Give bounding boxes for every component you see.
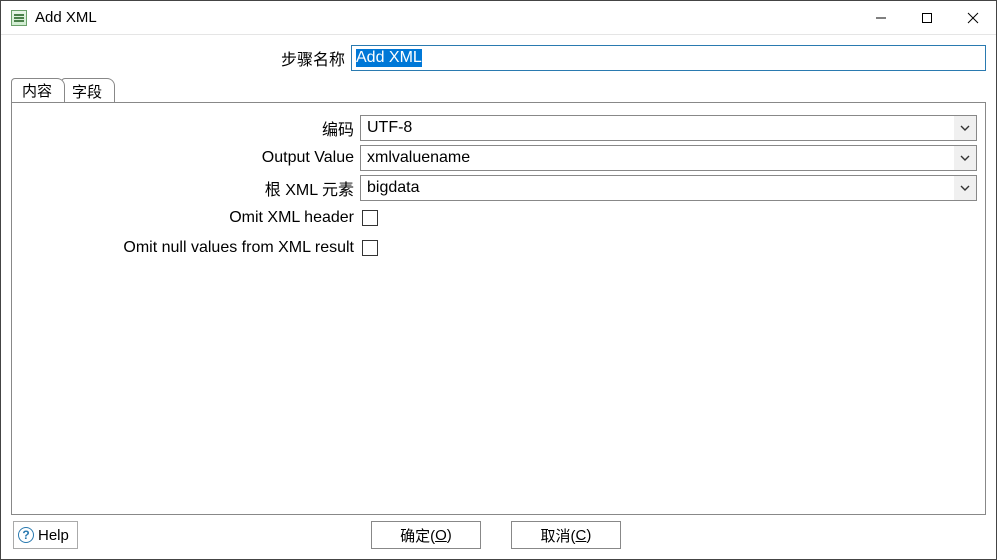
output-value-row: Output Value xmlvaluename: [20, 143, 977, 173]
tab-fields[interactable]: 字段: [61, 78, 115, 103]
client-area: 步骤名称 Add XML 内容 字段 编码 UTF-8: [1, 35, 996, 559]
help-icon: ?: [18, 527, 34, 543]
root-element-combo[interactable]: bigdata: [360, 175, 977, 201]
omit-header-checkbox[interactable]: [362, 210, 378, 226]
step-name-input[interactable]: Add XML: [351, 45, 986, 71]
omit-header-row: Omit XML header: [20, 203, 977, 233]
encoding-label: 编码: [20, 116, 360, 140]
output-value-value[interactable]: xmlvaluename: [361, 146, 954, 170]
minimize-icon: [875, 12, 887, 24]
tabpanel-content: 编码 UTF-8 Output Value xmlvaluename: [11, 102, 986, 515]
encoding-row: 编码 UTF-8: [20, 113, 977, 143]
encoding-combo[interactable]: UTF-8: [360, 115, 977, 141]
root-element-dropdown-button[interactable]: [954, 176, 976, 200]
help-button[interactable]: ? Help: [13, 521, 78, 549]
root-element-label: 根 XML 元素: [20, 176, 360, 200]
chevron-down-icon: [960, 155, 970, 161]
omit-null-row: Omit null values from XML result: [20, 233, 977, 263]
step-name-selected-text: Add XML: [356, 49, 422, 67]
maximize-button[interactable]: [904, 2, 950, 34]
button-bar: ? Help 确定(O) 取消(C): [11, 515, 986, 551]
close-icon: [967, 12, 979, 24]
window-title: Add XML: [35, 9, 97, 26]
chevron-down-icon: [960, 185, 970, 191]
encoding-value[interactable]: UTF-8: [361, 116, 954, 140]
tab-content[interactable]: 内容: [11, 78, 65, 103]
omit-null-checkbox[interactable]: [362, 240, 378, 256]
titlebar: Add XML: [1, 1, 996, 35]
minimize-button[interactable]: [858, 2, 904, 34]
ok-button[interactable]: 确定(O): [371, 521, 481, 549]
root-element-value[interactable]: bigdata: [361, 176, 954, 200]
buttons-center: 确定(O) 取消(C): [86, 521, 906, 549]
encoding-dropdown-button[interactable]: [954, 116, 976, 140]
step-name-row: 步骤名称 Add XML: [11, 45, 986, 71]
close-button[interactable]: [950, 2, 996, 34]
help-label: Help: [38, 527, 69, 544]
omit-header-label: Omit XML header: [20, 209, 360, 227]
tabstrip: 内容 字段: [11, 79, 986, 103]
omit-null-label: Omit null values from XML result: [20, 239, 360, 257]
cancel-button[interactable]: 取消(C): [511, 521, 621, 549]
app-icon: [11, 10, 27, 26]
tab-container: 内容 字段 编码 UTF-8 Output Value xml: [11, 79, 986, 515]
maximize-icon: [921, 12, 933, 24]
root-element-row: 根 XML 元素 bigdata: [20, 173, 977, 203]
output-value-dropdown-button[interactable]: [954, 146, 976, 170]
output-value-label: Output Value: [20, 149, 360, 167]
output-value-combo[interactable]: xmlvaluename: [360, 145, 977, 171]
dialog-window: Add XML 步骤名称 Add XML 内容 字段: [0, 0, 997, 560]
chevron-down-icon: [960, 125, 970, 131]
step-name-label: 步骤名称: [11, 46, 351, 70]
